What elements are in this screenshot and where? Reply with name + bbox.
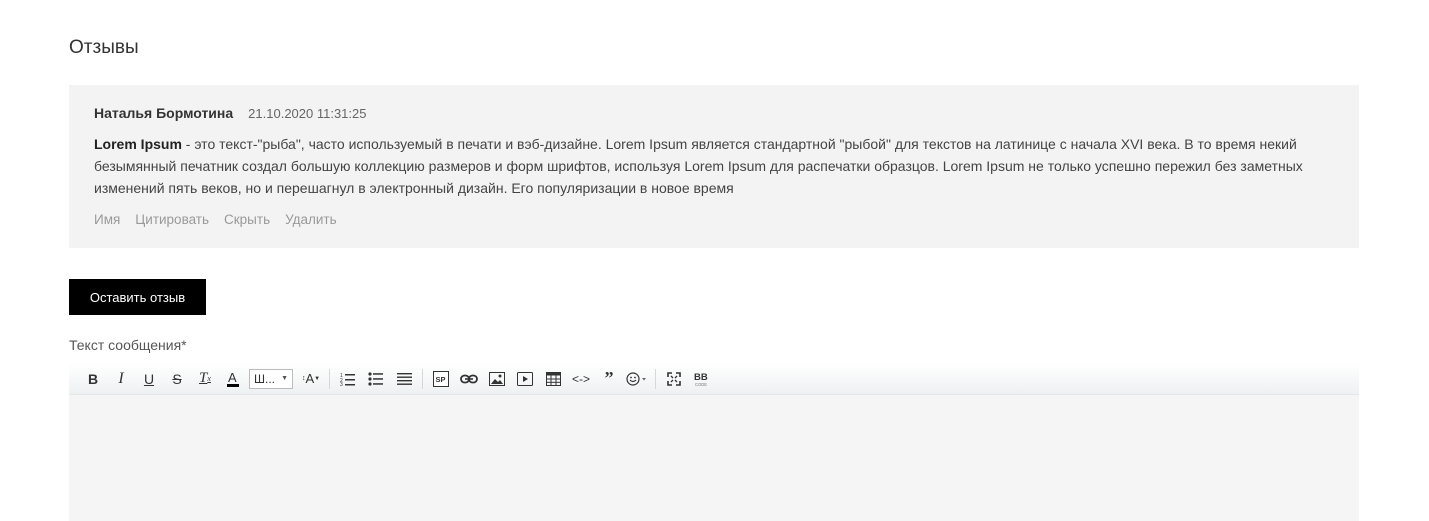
justify-icon[interactable] xyxy=(390,367,418,391)
image-icon[interactable] xyxy=(483,367,511,391)
review-text-body: - это текст-"рыба", часто используемый в… xyxy=(94,136,1303,196)
review-actions: Имя Цитировать Скрыть Удалить xyxy=(94,212,1335,227)
font-select[interactable]: Ш... ▼ xyxy=(249,368,293,389)
remove-format-icon[interactable]: Tx xyxy=(191,367,219,391)
chevron-down-icon: ▼ xyxy=(281,375,288,382)
fullscreen-icon[interactable] xyxy=(660,367,688,391)
bold-icon[interactable]: B xyxy=(79,367,107,391)
delete-link[interactable]: Удалить xyxy=(285,212,337,227)
svg-text:SP: SP xyxy=(436,375,446,384)
section-title: Отзывы xyxy=(69,37,139,58)
quote-link[interactable]: Цитировать xyxy=(135,212,209,227)
reviews-page: Отзывы Наталья Бормотина 21.10.2020 11:3… xyxy=(0,0,1429,521)
bbcode-icon[interactable]: BB CODE xyxy=(688,367,716,391)
underline-icon[interactable]: U xyxy=(135,367,163,391)
table-icon[interactable] xyxy=(539,367,567,391)
video-icon[interactable] xyxy=(511,367,539,391)
hide-link[interactable]: Скрыть xyxy=(224,212,270,227)
review-author: Наталья Бормотина xyxy=(94,105,234,121)
leave-review-button[interactable]: Оставить отзыв xyxy=(69,279,206,315)
font-size-icon[interactable]: ↕ A ▼ xyxy=(297,367,325,391)
review-card: Наталья Бормотина 21.10.2020 11:31:25 Lo… xyxy=(69,85,1359,248)
review-text-bold: Lorem Ipsum xyxy=(94,136,182,152)
unordered-list-icon[interactable] xyxy=(362,367,390,391)
text-color-icon[interactable]: A xyxy=(219,367,247,391)
italic-icon[interactable]: I xyxy=(107,367,135,391)
font-select-value: Ш... xyxy=(254,371,275,386)
svg-text:A: A xyxy=(228,370,237,385)
svg-text:CODE: CODE xyxy=(695,382,707,387)
review-text: Lorem Ipsum - это текст-"рыба", часто ис… xyxy=(94,133,1334,199)
toolbar-divider xyxy=(329,368,330,389)
review-date: 21.10.2020 11:31:25 xyxy=(248,106,367,121)
quote-icon[interactable]: ” xyxy=(595,367,623,391)
message-editor: B I U S Tx A Ш... ▼ ↕ A ▼ 123 SP <-> ” B… xyxy=(69,363,1359,521)
message-label: Текст сообщения* xyxy=(69,337,187,353)
strikethrough-icon[interactable]: S xyxy=(163,367,191,391)
toolbar-divider xyxy=(655,368,656,389)
spoiler-icon[interactable]: SP xyxy=(427,367,455,391)
editor-toolbar: B I U S Tx A Ш... ▼ ↕ A ▼ 123 SP <-> ” B… xyxy=(69,363,1359,395)
toolbar-divider xyxy=(422,368,423,389)
svg-text:3: 3 xyxy=(340,382,343,386)
name-link[interactable]: Имя xyxy=(94,212,120,227)
link-icon[interactable] xyxy=(455,367,483,391)
message-textarea[interactable] xyxy=(69,395,1359,520)
review-header: Наталья Бормотина 21.10.2020 11:31:25 xyxy=(94,105,1335,121)
code-icon[interactable]: <-> xyxy=(567,367,595,391)
smile-icon[interactable] xyxy=(623,367,651,391)
ordered-list-icon[interactable]: 123 xyxy=(334,367,362,391)
